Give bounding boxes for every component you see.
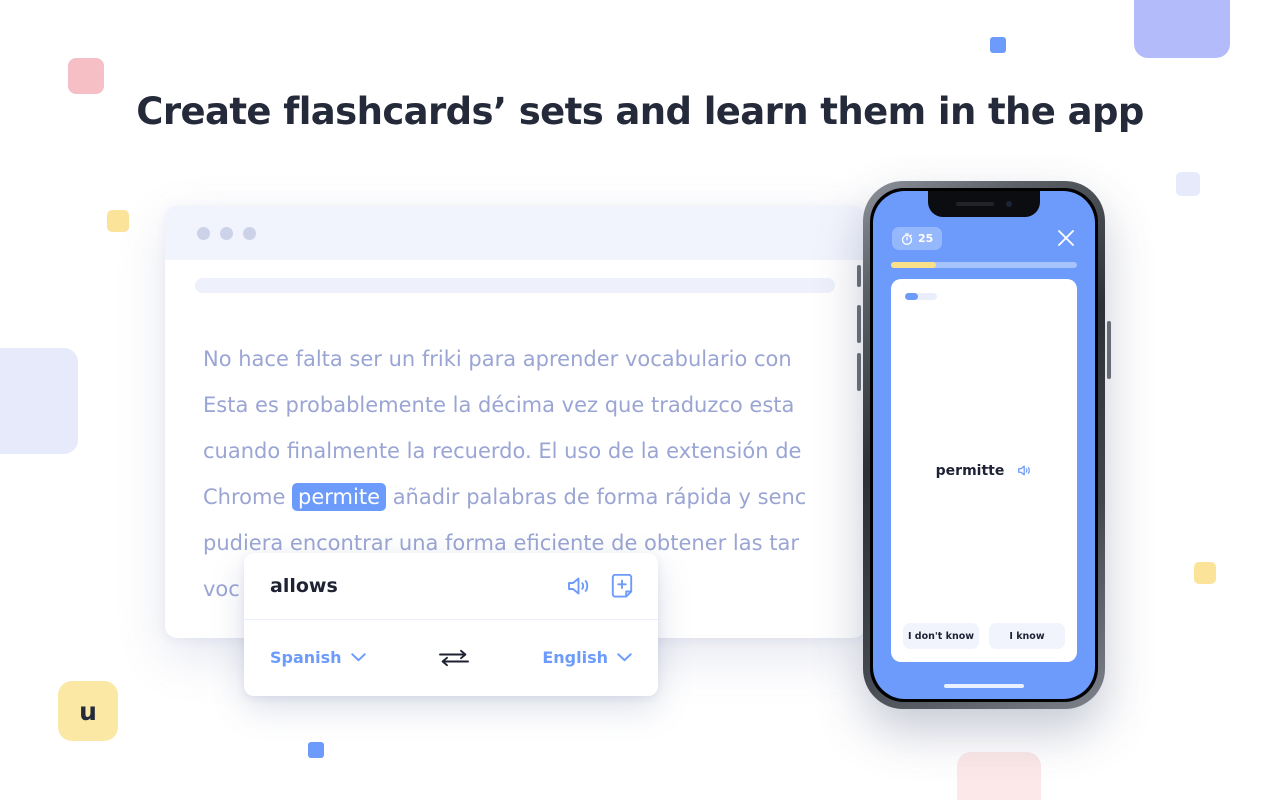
square-periwinkle-top-right [1134, 0, 1230, 58]
page-root: Create flashcards’ sets and learn them i… [0, 0, 1280, 800]
language-selector-row: Spanish English [244, 620, 658, 695]
dont-know-button[interactable]: I don't know [903, 623, 979, 649]
square-blue-top-right [990, 37, 1006, 53]
window-minimize-dot[interactable] [220, 226, 233, 240]
know-button[interactable]: I know [989, 623, 1065, 649]
chevron-down-icon [617, 653, 632, 662]
phone-mute-switch[interactable] [857, 265, 861, 287]
article-line: Esta es probablemente la décima vez que … [203, 393, 795, 417]
browser-addressbar[interactable] [165, 260, 865, 310]
answer-button-group: I don't know I know [903, 623, 1065, 649]
popup-action-group [566, 573, 634, 599]
add-card-icon[interactable] [610, 573, 634, 599]
phone-power-button[interactable] [1107, 321, 1111, 379]
home-indicator[interactable] [944, 684, 1024, 688]
timer-badge: 25 [892, 227, 943, 250]
phone-mockup: 25 permitte I don't know I know [855, 181, 1113, 709]
page-title: Create flashcards’ sets and learn them i… [136, 90, 1144, 133]
phone-frame: 25 permitte I don't know I know [863, 181, 1105, 709]
line-text-before: Chrome [203, 485, 293, 509]
speaker-icon[interactable] [1017, 464, 1032, 477]
translation-popup: allows Spanish English [244, 553, 658, 696]
phone-screen: 25 permitte I don't know I know [873, 191, 1095, 699]
square-yellow-left [107, 210, 129, 232]
front-camera [1006, 201, 1012, 207]
chevron-down-icon [350, 653, 366, 662]
article-line: cuando finalmente la recuerdo. El uso de… [203, 439, 802, 463]
line-text-after: añadir palabras de forma rápida y senc [386, 485, 807, 509]
timer-icon [901, 232, 913, 245]
square-yellow-right [1194, 562, 1216, 584]
close-icon[interactable] [1055, 227, 1077, 249]
card-progress-fill [905, 293, 918, 300]
translation-result-row: allows [244, 553, 658, 620]
square-pale-blue-right [1176, 172, 1200, 196]
square-pink-bottom-right [957, 752, 1041, 800]
source-language-select[interactable]: Spanish [270, 648, 366, 667]
phone-volume-down-button[interactable] [857, 353, 861, 391]
lesson-progress-fill [891, 262, 936, 268]
target-language-label: English [542, 648, 608, 667]
window-close-dot[interactable] [197, 226, 210, 240]
swap-arrows-icon[interactable] [438, 648, 470, 668]
phone-volume-up-button[interactable] [857, 305, 861, 343]
flashcard-word: permitte [935, 462, 1005, 479]
square-lavender-left [0, 348, 78, 454]
window-maximize-dot[interactable] [243, 226, 256, 240]
timer-count: 25 [918, 232, 934, 245]
flashcard[interactable]: permitte I don't know I know [891, 279, 1077, 662]
card-progress-bar [905, 293, 937, 300]
square-blue-bottom-left [308, 742, 324, 758]
translated-word: allows [270, 575, 338, 597]
highlighted-word[interactable]: permite [292, 483, 387, 511]
article-line: No hace falta ser un friki para aprender… [203, 347, 792, 371]
source-language-label: Spanish [270, 648, 342, 667]
speaker-icon[interactable] [566, 575, 592, 597]
phone-bezel: 25 permitte I don't know I know [870, 188, 1098, 702]
article-line-with-highlight: Chrome permite añadir palabras de forma … [203, 474, 831, 520]
flashcard-word-row: permitte [891, 463, 1077, 479]
app-logo[interactable]: u [58, 681, 118, 741]
browser-titlebar [165, 206, 865, 260]
lesson-progress-bar [891, 262, 1077, 268]
address-input[interactable] [195, 277, 835, 293]
earpiece-speaker [956, 202, 994, 206]
phone-notch [928, 191, 1040, 217]
target-language-select[interactable]: English [542, 648, 632, 667]
